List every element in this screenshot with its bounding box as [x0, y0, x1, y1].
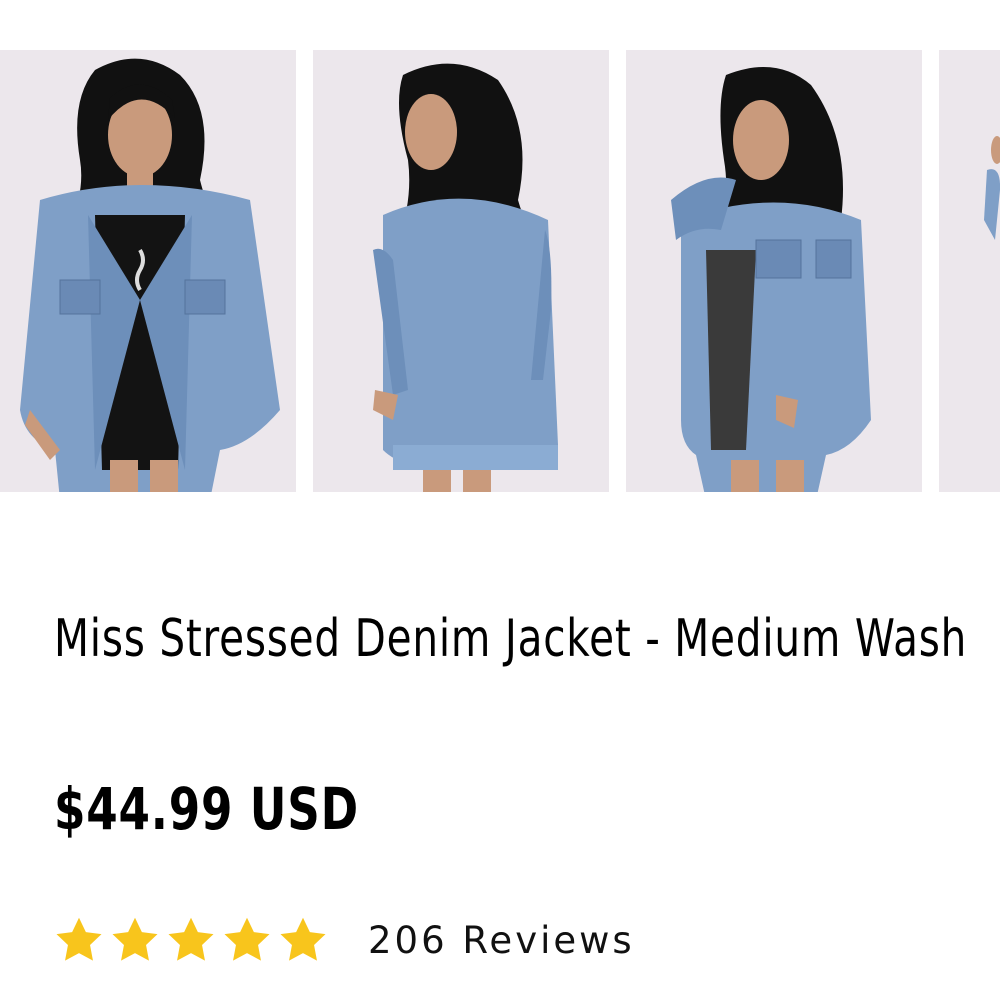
product-price: $44.99 USD	[54, 775, 360, 843]
star-icon	[54, 916, 104, 964]
product-title: Miss Stressed Denim Jacket - Medium Wash	[54, 609, 968, 669]
star-icon	[110, 916, 160, 964]
product-image-side[interactable]	[626, 50, 922, 492]
reviews-link[interactable]: 206 Reviews	[368, 919, 635, 962]
product-image-front[interactable]	[0, 50, 296, 492]
product-image-partial[interactable]	[939, 50, 1000, 492]
star-rating	[54, 916, 328, 964]
star-icon	[278, 916, 328, 964]
product-rating[interactable]: 206 Reviews	[54, 910, 635, 970]
product-image-back[interactable]	[313, 50, 609, 492]
product-image-carousel[interactable]	[0, 50, 1000, 492]
star-icon	[166, 916, 216, 964]
star-icon	[222, 916, 272, 964]
